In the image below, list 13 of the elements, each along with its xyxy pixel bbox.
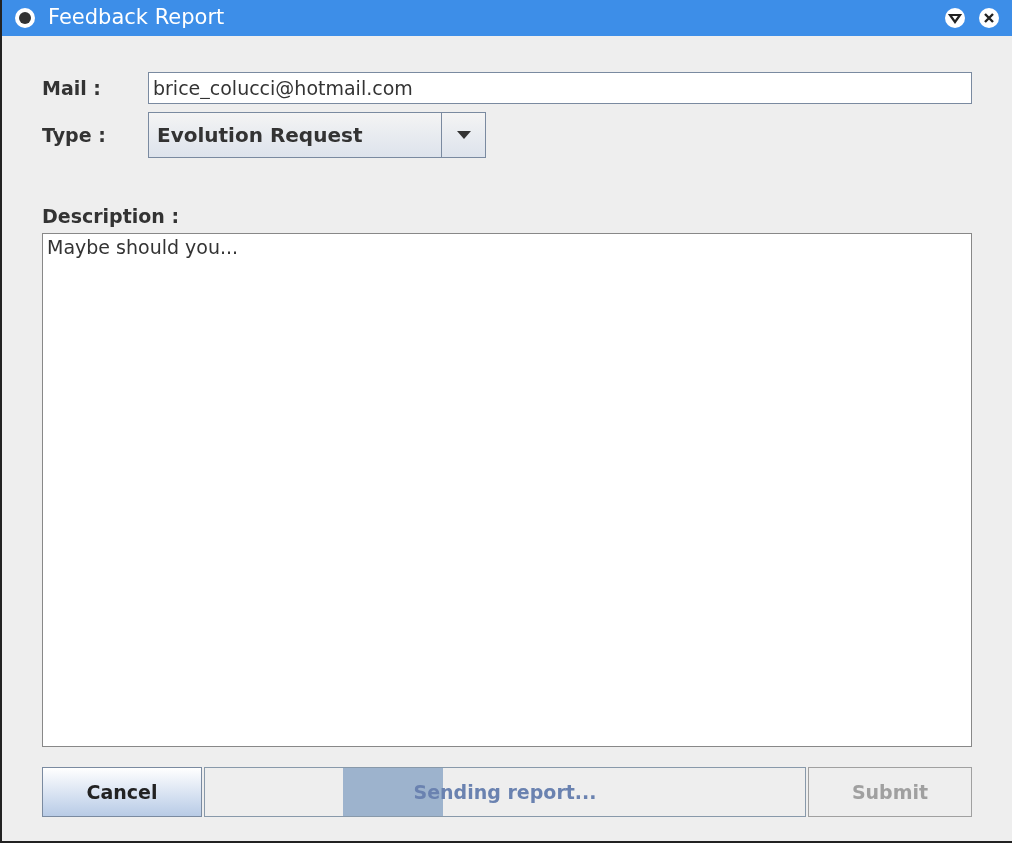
type-dropdown[interactable]: Evolution Request — [148, 112, 486, 158]
type-label: Type : — [42, 122, 107, 148]
window-title: Feedback Report — [48, 4, 225, 32]
minimize-icon[interactable] — [944, 7, 966, 29]
description-field[interactable]: Maybe should you... — [42, 232, 972, 747]
mail-field[interactable]: brice_colucci@hotmail.com — [148, 72, 972, 104]
caret-icon — [456, 131, 471, 139]
description-label: Description : — [42, 204, 181, 229]
close-icon[interactable] — [978, 7, 1000, 29]
mail-label: Mail : — [42, 75, 102, 101]
window-menu-icon[interactable] — [14, 7, 36, 29]
dropdown-value: Evolution Request — [156, 122, 364, 149]
cancel-button[interactable]: Cancel — [42, 767, 202, 817]
